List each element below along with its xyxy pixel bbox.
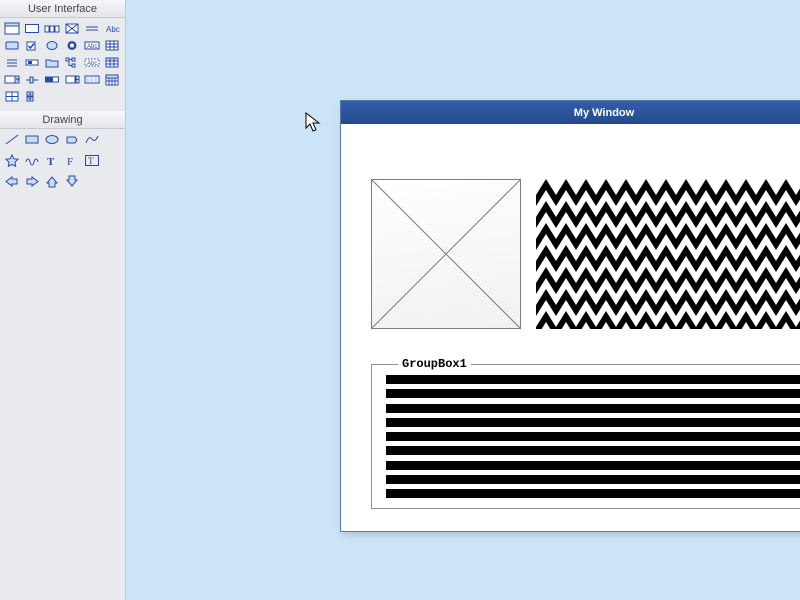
- tool-input-icon[interactable]: Abc: [82, 37, 102, 54]
- tool-calendar-icon[interactable]: [102, 71, 122, 88]
- tool-dropdown-icon[interactable]: [2, 71, 22, 88]
- palette-section-draw-title: Drawing: [0, 111, 125, 129]
- tool-slider-icon[interactable]: [22, 71, 42, 88]
- tool-star-icon[interactable]: [2, 152, 22, 169]
- palette-section-ui-title: User Interface: [0, 0, 125, 18]
- hbar: [386, 375, 800, 384]
- tool-button-icon[interactable]: [2, 37, 22, 54]
- tool-text-plain-icon[interactable]: F: [62, 152, 82, 169]
- mock-window-title: My Window: [574, 107, 634, 119]
- tool-ellipse-icon[interactable]: [42, 131, 62, 148]
- zigzag-pattern[interactable]: [536, 179, 800, 329]
- tool-tree-icon[interactable]: [62, 54, 82, 71]
- tool-spinner-icon[interactable]: [62, 71, 82, 88]
- tool-arrow-left-icon[interactable]: [2, 173, 22, 190]
- hbar: [386, 446, 800, 455]
- tool-tabbar-icon[interactable]: [42, 20, 62, 37]
- hbar: [386, 461, 800, 470]
- hbar: [386, 475, 800, 484]
- svg-text:T: T: [88, 156, 94, 166]
- tool-progress-icon[interactable]: [42, 71, 62, 88]
- mock-window-titlebar[interactable]: My Window: [341, 101, 800, 124]
- tool-text-bold-icon[interactable]: T: [42, 152, 62, 169]
- tool-squiggle-icon[interactable]: [22, 152, 42, 169]
- draw-tool-grid: T F T: [0, 129, 125, 196]
- tool-radio-filled-icon[interactable]: [62, 37, 82, 54]
- tool-double-line-icon[interactable]: [82, 20, 102, 37]
- groupbox[interactable]: GroupBox1: [371, 364, 800, 509]
- tool-text-frame-icon[interactable]: T: [82, 152, 102, 169]
- svg-text:T: T: [47, 156, 55, 167]
- tool-line-icon[interactable]: [2, 131, 22, 148]
- window-minimize-icon[interactable]: [795, 103, 800, 119]
- tool-curve-icon[interactable]: [82, 131, 102, 148]
- hbar: [386, 404, 800, 413]
- hbar: [386, 418, 800, 427]
- svg-text:Abc: Abc: [106, 25, 120, 34]
- tool-toolbar-icon[interactable]: [82, 71, 102, 88]
- tool-menu-icon[interactable]: [2, 54, 22, 71]
- tool-rect-icon[interactable]: [22, 131, 42, 148]
- mock-window[interactable]: My Window GroupBox1: [340, 100, 800, 532]
- mock-window-body: GroupBox1: [341, 124, 800, 531]
- tool-arrow-right-icon[interactable]: [22, 173, 42, 190]
- hbar: [386, 489, 800, 498]
- tool-arrow-down-icon[interactable]: [62, 173, 82, 190]
- tool-palette: User Interface Abc Abc Abc Drawing: [0, 0, 126, 600]
- tool-image-icon[interactable]: [62, 20, 82, 37]
- tool-table-icon[interactable]: [102, 54, 122, 71]
- svg-text:F: F: [67, 156, 73, 167]
- tool-grid-icon[interactable]: [102, 37, 122, 54]
- ui-tool-grid: Abc Abc Abc: [0, 18, 125, 111]
- cursor-icon: [305, 112, 321, 134]
- image-placeholder[interactable]: [371, 179, 521, 329]
- tool-stepper-icon[interactable]: [22, 88, 42, 105]
- tool-panel-icon[interactable]: [22, 20, 42, 37]
- tool-grid2-icon[interactable]: [2, 88, 22, 105]
- tool-window-icon[interactable]: [2, 20, 22, 37]
- bar-pattern: [386, 375, 800, 498]
- groupbox-label: GroupBox1: [398, 357, 471, 371]
- svg-text:Abc: Abc: [87, 61, 97, 67]
- tool-input-dashed-icon[interactable]: Abc: [82, 54, 102, 71]
- hbar: [386, 432, 800, 441]
- tool-folder-icon[interactable]: [42, 54, 62, 71]
- tool-polygon-icon[interactable]: [62, 131, 82, 148]
- tool-radio-outline-icon[interactable]: [42, 37, 62, 54]
- hbar: [386, 389, 800, 398]
- tool-checkbox-icon[interactable]: [22, 37, 42, 54]
- design-canvas[interactable]: My Window GroupBox1: [126, 0, 800, 600]
- tool-arrow-up-icon[interactable]: [42, 173, 62, 190]
- svg-text:Abc: Abc: [87, 44, 97, 50]
- tool-label-icon[interactable]: Abc: [102, 20, 122, 37]
- tool-scrollbar-icon[interactable]: [22, 54, 42, 71]
